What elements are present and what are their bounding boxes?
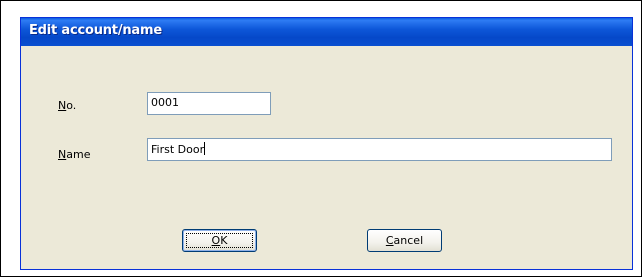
cancel-button-accelerator: C <box>385 234 394 247</box>
number-label: No. <box>58 99 76 112</box>
number-label-text: o. <box>66 99 77 112</box>
ok-button-label: K <box>220 234 228 247</box>
dialog-title: Edit account/name <box>29 23 162 38</box>
name-label-accelerator: N <box>58 148 67 161</box>
number-label-accelerator: N <box>58 99 67 112</box>
text-caret <box>204 142 206 155</box>
edit-account-dialog: Edit account/name No. 0001 Name First Do… <box>20 17 633 270</box>
ok-button[interactable]: OK <box>182 229 257 252</box>
name-input[interactable]: First Door <box>147 138 612 161</box>
ok-button-accelerator: O <box>211 234 221 247</box>
name-label: Name <box>58 148 90 161</box>
name-input-value: First Door <box>151 143 205 156</box>
number-input[interactable]: 0001 <box>147 92 271 115</box>
number-input-value: 0001 <box>151 96 179 109</box>
name-label-text: ame <box>66 148 91 161</box>
cancel-button-label: ancel <box>393 234 424 247</box>
dialog-titlebar[interactable]: Edit account/name <box>21 18 632 46</box>
cancel-button[interactable]: Cancel <box>367 229 442 252</box>
